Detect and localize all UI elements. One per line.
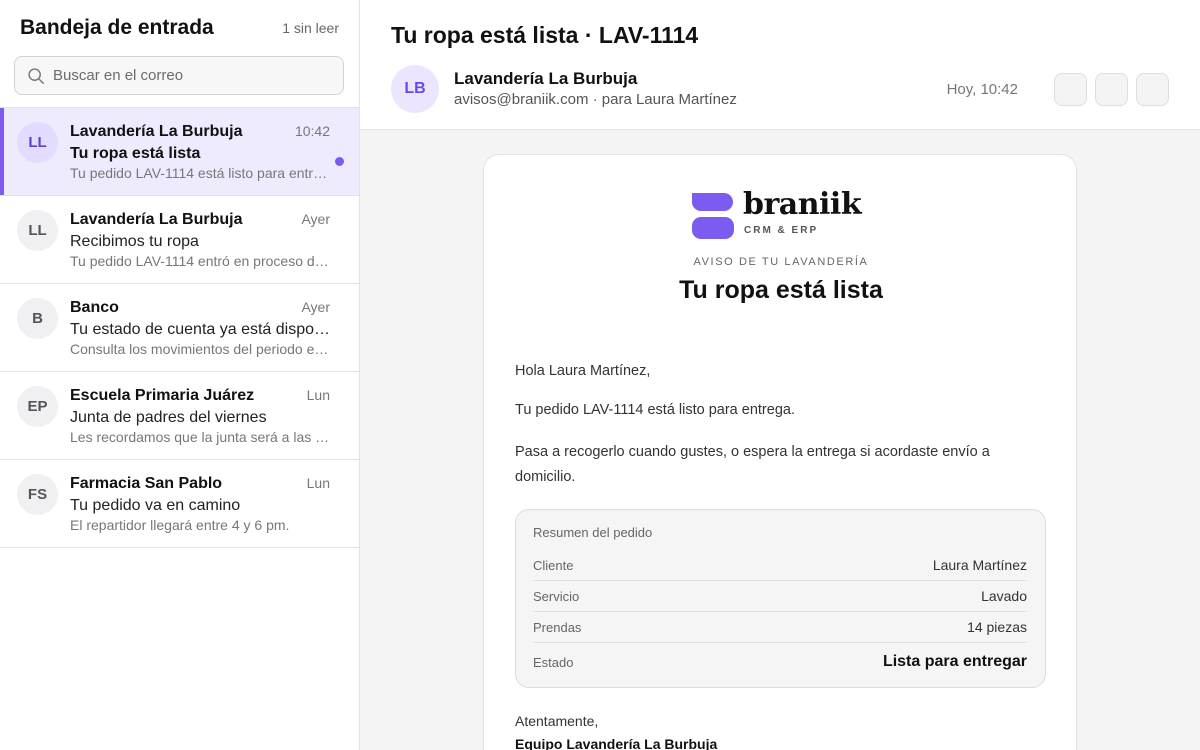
summary-row: Prendas 14 piezas <box>533 612 1027 643</box>
summary-label: Cliente <box>533 557 574 573</box>
mail-subject: Tu estado de cuenta ya está disponible <box>70 321 332 338</box>
mail-item[interactable]: FS Farmacia San Pablo Lun Tu pedido va e… <box>0 460 359 548</box>
email-closing: Atentamente, <box>515 713 599 729</box>
unread-dot <box>335 157 344 166</box>
mail-time: Lun <box>306 387 330 403</box>
avatar: FS <box>17 474 58 515</box>
mail-time: Lun <box>306 475 330 491</box>
search-box[interactable] <box>14 56 344 95</box>
forward-button[interactable] <box>1095 73 1128 106</box>
inbox-title: Bandeja de entrada <box>20 16 214 39</box>
mail-sidebar: Bandeja de entrada 1 sin leer LL Lavande… <box>0 0 360 750</box>
mail-preview: El repartidor llegará entre 4 y 6 pm. <box>70 517 290 533</box>
logo-wordmark: braniik <box>743 187 862 222</box>
email-paragraph: Tu pedido LAV-1114 está listo para entre… <box>515 402 795 418</box>
braniik-logo: braniik CRM & ERP <box>692 187 872 241</box>
mail-preview: Les recordamos que la junta será a las 8… <box>70 429 332 445</box>
sender-avatar: LB <box>391 65 439 113</box>
summary-row: Servicio Lavado <box>533 581 1027 612</box>
mail-preview: Consulta los movimientos del periodo en … <box>70 341 332 357</box>
mail-sender: Escuela Primaria Juárez <box>70 387 255 404</box>
mail-item[interactable]: EP Escuela Primaria Juárez Lun Junta de … <box>0 372 359 460</box>
mail-sender: Banco <box>70 299 119 316</box>
mail-item[interactable]: LL Lavandería La Burbuja 10:42 Tu ropa e… <box>0 108 359 196</box>
message-date: Hoy, 10:42 <box>946 81 1018 98</box>
avatar: EP <box>17 386 58 427</box>
email-title: Tu ropa está lista <box>679 276 883 304</box>
reply-button[interactable] <box>1054 73 1087 106</box>
mail-sender: Lavandería La Burbuja <box>70 211 243 228</box>
email-greeting: Hola Laura Martínez, <box>515 363 651 379</box>
summary-value: 14 piezas <box>967 619 1027 635</box>
message-header: Tu ropa está lista · LAV-1114 LB Lavande… <box>360 0 1200 130</box>
search-input[interactable] <box>53 67 323 84</box>
unread-count: 1 sin leer <box>282 20 339 36</box>
mail-time: Ayer <box>301 299 330 315</box>
email-signature: Equipo Lavandería La Burbuja <box>515 736 718 750</box>
avatar: B <box>17 298 58 339</box>
mail-subject: Tu pedido va en camino <box>70 497 241 514</box>
mail-item[interactable]: B Banco Ayer Tu estado de cuenta ya está… <box>0 284 359 372</box>
summary-label: Estado <box>533 654 574 670</box>
mail-subject: Junta de padres del viernes <box>70 409 267 426</box>
summary-row: Estado Lista para entregar <box>533 643 1027 681</box>
email-paragraph: Pasa a recogerlo cuando gustes, o espera… <box>515 444 990 485</box>
braniik-logo-icon <box>692 193 734 239</box>
logo-subtitle: CRM & ERP <box>744 225 819 236</box>
message-pane: Tu ropa está lista · LAV-1114 LB Lavande… <box>360 0 1200 750</box>
more-actions-button[interactable] <box>1136 73 1169 106</box>
order-summary: Resumen del pedido Cliente Laura Martíne… <box>515 509 1046 688</box>
mail-preview: Tu pedido LAV-1114 entró en proceso de l… <box>70 253 332 269</box>
avatar: LL <box>17 122 58 163</box>
email-kicker: AVISO DE TU LAVANDERÍA <box>693 256 869 268</box>
mail-time: 10:42 <box>294 123 330 139</box>
sidebar-header: Bandeja de entrada 1 sin leer <box>0 0 359 56</box>
status-value: Lista para entregar <box>882 653 1027 670</box>
mail-sender: Lavandería La Burbuja <box>70 123 243 140</box>
summary-label: Prendas <box>533 619 582 635</box>
summary-row: Cliente Laura Martínez <box>533 550 1027 581</box>
mail-subject: Recibimos tu ropa <box>70 233 199 250</box>
mail-time: Ayer <box>301 211 330 227</box>
email-card: braniik CRM & ERP AVISO DE TU LAVANDERÍA… <box>483 154 1077 750</box>
summary-value: Laura Martínez <box>932 557 1027 573</box>
sender-address: avisos@braniik.com · para Laura Martínez <box>454 91 737 108</box>
mail-list: LL Lavandería La Burbuja 10:42 Tu ropa e… <box>0 107 359 548</box>
mail-item[interactable]: LL Lavandería La Burbuja Ayer Recibimos … <box>0 196 359 284</box>
avatar: LL <box>17 210 58 251</box>
summary-title: Resumen del pedido <box>533 525 653 540</box>
search-icon <box>28 67 44 84</box>
mail-subject: Tu ropa está lista <box>70 145 201 162</box>
summary-label: Servicio <box>533 588 580 604</box>
message-subject: Tu ropa está lista · LAV-1114 <box>391 22 699 48</box>
mail-sender: Farmacia San Pablo <box>70 475 223 492</box>
mail-preview: Tu pedido LAV-1114 está listo para entre… <box>70 165 332 181</box>
summary-value: Lavado <box>981 588 1027 604</box>
sender-name: Lavandería La Burbuja <box>454 69 638 88</box>
